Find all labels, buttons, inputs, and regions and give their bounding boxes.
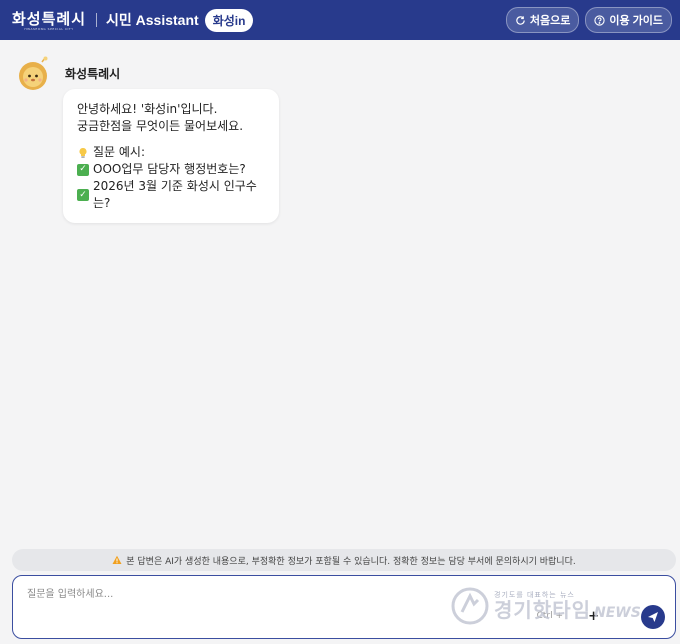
send-button[interactable] [641,605,665,629]
greeting-line-1: 안녕하세요! '화성in'입니다. [77,102,218,116]
lightbulb-icon [79,147,87,158]
watermark-logo-icon [451,587,489,625]
watermark-title: 경기핫타임 [494,600,591,622]
disclaimer-text: 본 답변은 AI가 생성한 내용으로, 부정확한 정보가 포함될 수 있습니다.… [126,556,576,567]
help-circle-icon [594,14,605,26]
brand-pill: 화성in [204,8,254,32]
header-divider [96,13,98,27]
guide-button-label: 이용 가이드 [609,15,663,27]
message-bubble: 안녕하세요! '화성in'입니다. 궁금한점을 무엇이든 물어보세요. 질문 예… [63,89,279,223]
logo-subtext: HWASEONG SPECIAL CITY [24,26,74,31]
city-logo[interactable]: 화성특례시 HWASEONG SPECIAL CITY [12,11,86,32]
example-item[interactable]: ✓ OOO업무 담당자 행정번호는? [77,161,265,178]
chat-area[interactable]: 화성특례시 안녕하세요! '화성in'입니다. 궁금한점을 무엇이든 물어보세요… [0,40,680,644]
lion-mascot-icon [19,56,48,90]
watermark-tagline: 경기도를 대표하는 뉴스 [494,591,575,599]
greeting-line-2: 궁금한점을 무엇이든 물어보세요. [77,119,244,133]
app-header: 화성특례시 HWASEONG SPECIAL CITY 시민 Assistant… [0,0,680,40]
news-watermark: 경기도를 대표하는 뉴스 경기핫타임 NEWS [450,586,641,626]
guide-button[interactable]: 이용 가이드 [585,7,672,33]
example-item[interactable]: ✓ 2026년 3월 기준 화성시 인구수는? [77,178,265,212]
bot-message: 화성특례시 안녕하세요! '화성in'입니다. 궁금한점을 무엇이든 물어보세요… [15,56,279,223]
checkbox-icon: ✓ [77,163,89,176]
home-button[interactable]: 처음으로 [505,7,580,33]
checkbox-icon: ✓ [77,189,89,201]
watermark-news: NEWS [594,605,641,621]
bot-name: 화성특례시 [65,67,121,81]
logo-text: 화성특례시 [12,9,87,28]
examples-heading: 질문 예시: [77,144,265,161]
app-title: 시민 Assistant [106,12,199,28]
warning-icon [112,555,122,564]
home-button-label: 처음으로 [529,15,571,27]
send-icon [648,612,658,622]
question-input[interactable] [27,585,427,605]
ai-disclaimer: 본 답변은 AI가 생성한 내용으로, 부정확한 정보가 포함될 수 있습니다.… [12,549,676,571]
refresh-icon [516,15,525,25]
